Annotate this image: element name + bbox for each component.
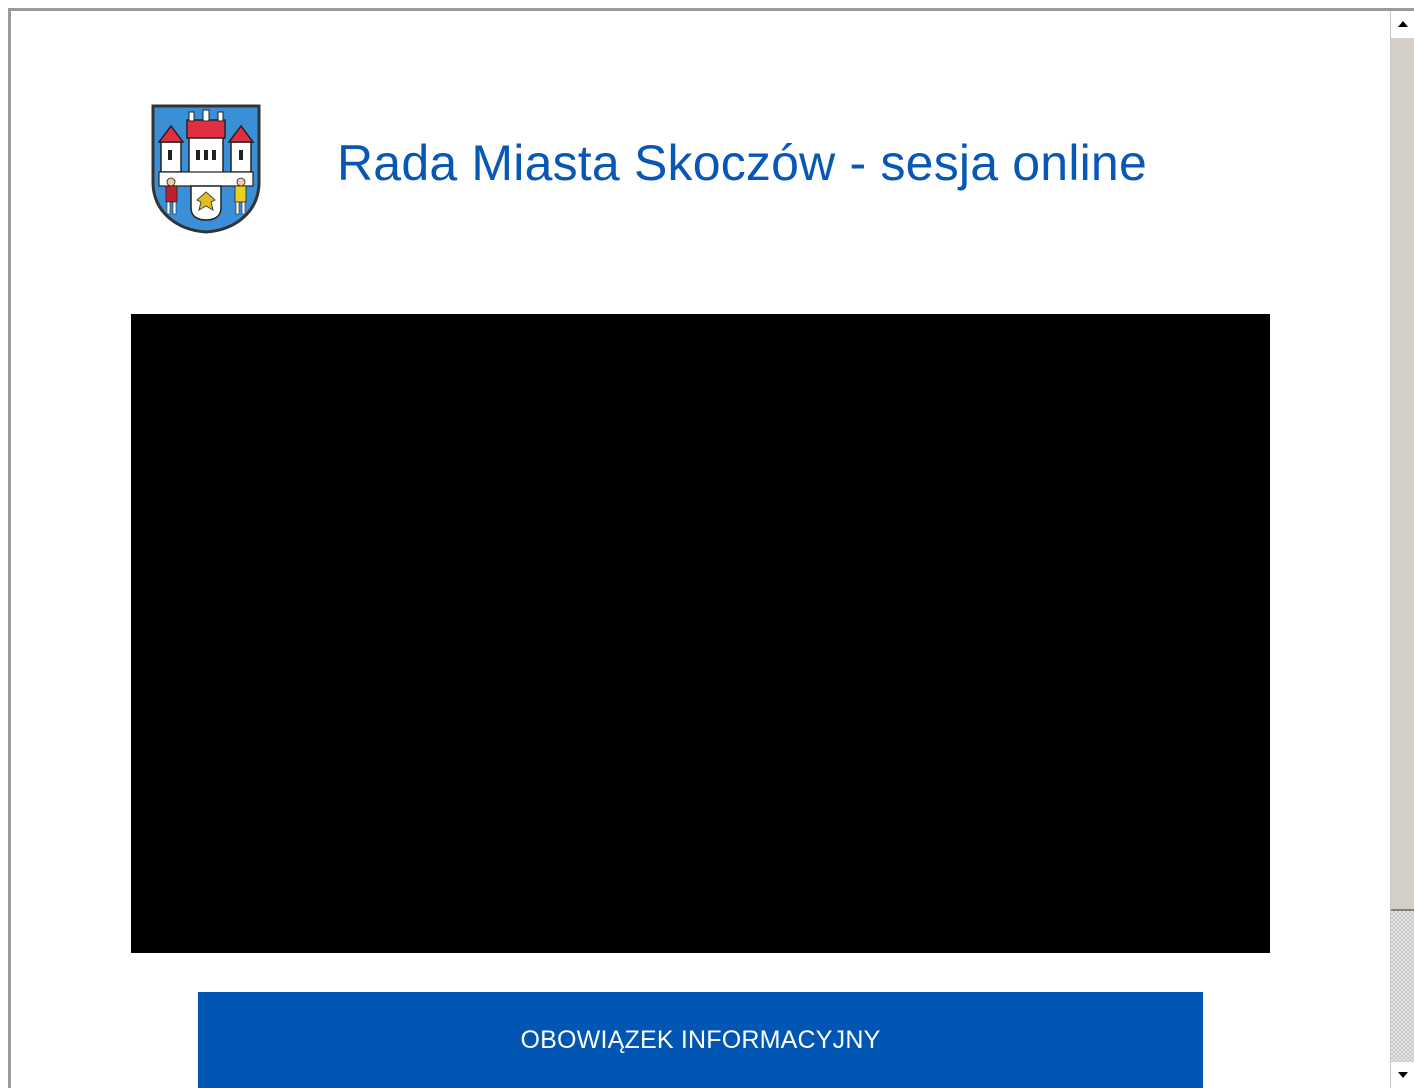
scroll-down-button[interactable]	[1391, 1062, 1414, 1088]
arrow-up-icon	[1397, 21, 1408, 27]
arrow-down-icon	[1397, 1072, 1408, 1078]
info-obligation-button[interactable]: OBOWIĄZEK INFORMACYJNY	[198, 992, 1203, 1088]
coat-of-arms-icon	[149, 104, 263, 234]
video-player[interactable]	[131, 314, 1270, 953]
scroll-up-button[interactable]	[1391, 11, 1414, 37]
page-content: Rada Miasta Skoczów - sesja online OBOWI…	[11, 11, 1390, 1088]
browser-viewport: Rada Miasta Skoczów - sesja online OBOWI…	[8, 8, 1414, 1088]
scrollbar-thumb[interactable]	[1391, 37, 1414, 911]
vertical-scrollbar[interactable]	[1390, 11, 1414, 1088]
page-title: Rada Miasta Skoczów - sesja online	[337, 135, 1147, 191]
scrollbar-track[interactable]	[1391, 911, 1414, 1062]
info-obligation-button-label: OBOWIĄZEK INFORMACYJNY	[520, 1025, 881, 1054]
